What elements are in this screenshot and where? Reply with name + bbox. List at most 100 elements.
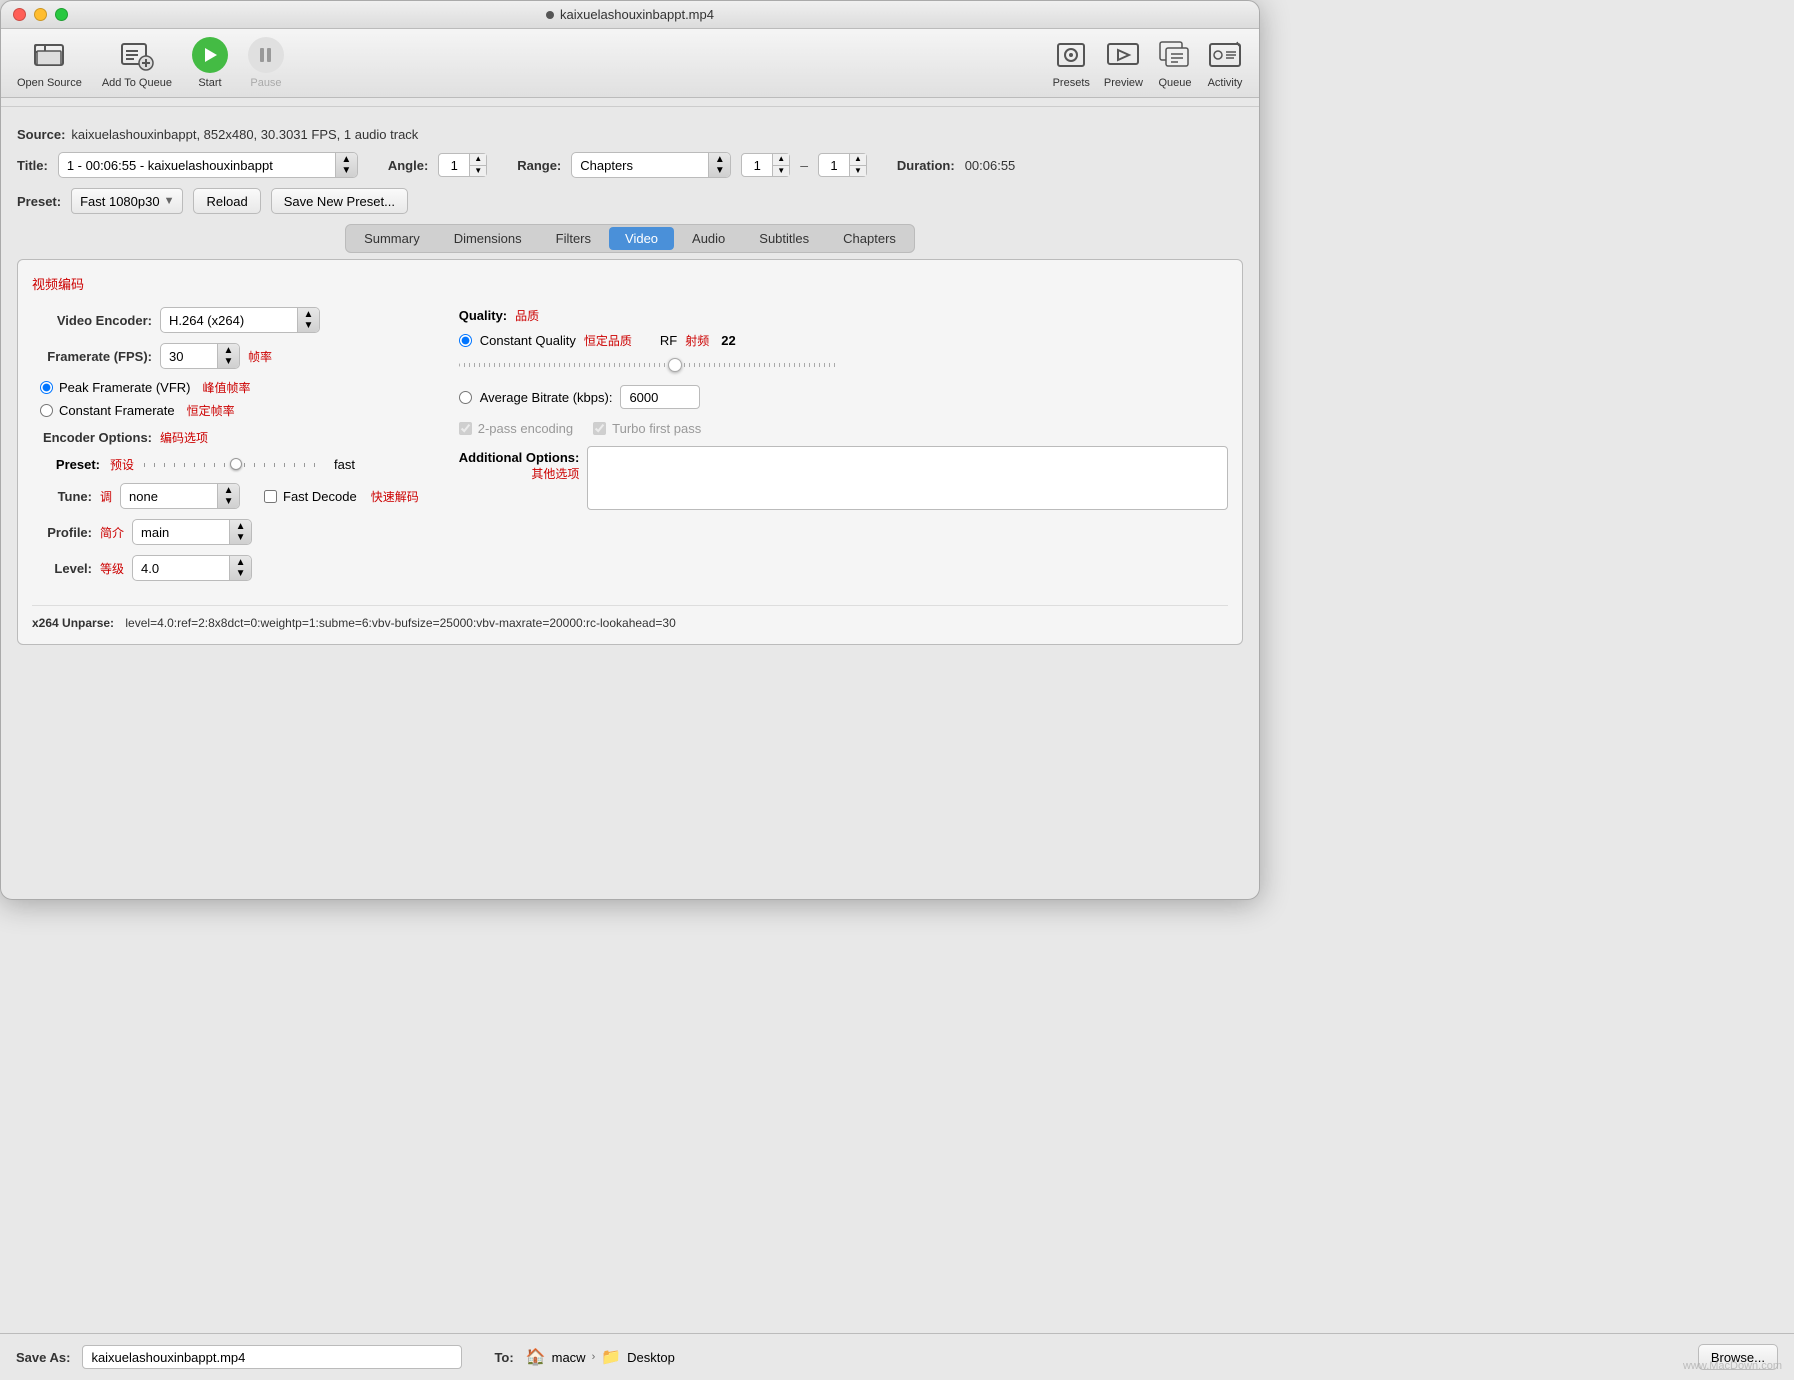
toolbar-separator xyxy=(1,106,1259,107)
avg-bitrate-radio[interactable] xyxy=(459,391,472,404)
activity-icon xyxy=(1207,37,1243,73)
bottom-spacer xyxy=(1,657,1259,737)
range-type-stepper[interactable]: ▲▼ xyxy=(708,153,730,177)
start-button[interactable]: Start xyxy=(192,37,228,89)
range-type-select[interactable]: Chapters ▲▼ xyxy=(571,152,731,178)
encoder-arrow[interactable]: ▲▼ xyxy=(297,308,319,332)
folder-icon: 📁 xyxy=(601,1347,621,1367)
range-end-down[interactable]: ▼ xyxy=(850,166,866,177)
angle-up-button[interactable]: ▲ xyxy=(470,154,486,166)
maximize-button[interactable] xyxy=(55,8,68,21)
tab-chapters[interactable]: Chapters xyxy=(827,227,912,250)
quality-label-row: Quality: 品质 xyxy=(459,307,839,324)
constant-quality-row: Constant Quality 恒定品质 RF 射频 22 xyxy=(459,332,839,349)
fast-decode-checkbox[interactable] xyxy=(264,490,277,503)
range-start-up[interactable]: ▲ xyxy=(773,154,789,166)
play-triangle-icon xyxy=(205,48,217,62)
save-new-preset-button[interactable]: Save New Preset... xyxy=(271,188,408,214)
save-as-input[interactable] xyxy=(82,1345,462,1369)
profile-arrow[interactable]: ▲▼ xyxy=(229,520,251,544)
close-button[interactable] xyxy=(13,8,26,21)
framerate-arrow[interactable]: ▲▼ xyxy=(217,344,239,368)
preset-row: Preset: Fast 1080p30 ▼ Reload Save New P… xyxy=(17,188,1243,214)
presets-icon xyxy=(1053,37,1089,73)
section-header: 视频编码 xyxy=(32,274,1228,293)
start-icon xyxy=(192,37,228,73)
tune-arrow[interactable]: ▲▼ xyxy=(217,484,239,508)
angle-stepper[interactable]: ▲ ▼ xyxy=(438,153,487,177)
range-start-down[interactable]: ▼ xyxy=(773,166,789,177)
encoding-options-row: 2-pass encoding Turbo first pass xyxy=(459,421,839,436)
video-form: Video Encoder: H.264 (x264) ▲▼ Framerate… xyxy=(32,307,1228,591)
reload-button[interactable]: Reload xyxy=(193,188,260,214)
range-end-input[interactable] xyxy=(819,154,849,176)
angle-stepper-buttons[interactable]: ▲ ▼ xyxy=(469,154,486,176)
level-select[interactable]: 4.0 ▲▼ xyxy=(132,555,252,581)
bottom-bar: Save As: To: 🏠 macw › 📁 Desktop Browse..… xyxy=(0,1333,1794,1380)
title-select[interactable]: 1 - 00:06:55 - kaixuelashouxinbappt ▲▼ xyxy=(58,152,358,178)
encoder-select[interactable]: H.264 (x264) ▲▼ xyxy=(160,307,320,333)
video-left-col: Video Encoder: H.264 (x264) ▲▼ Framerate… xyxy=(32,307,419,591)
preview-icon xyxy=(1105,37,1141,73)
tab-audio[interactable]: Audio xyxy=(676,227,741,250)
presets-button[interactable]: Presets xyxy=(1053,37,1090,89)
fast-decode-label: Fast Decode xyxy=(264,489,357,504)
constant-framerate-radio[interactable] xyxy=(40,404,53,417)
profile-row: Profile: 简介 main ▲▼ xyxy=(32,519,419,545)
add-to-queue-button[interactable]: Add To Queue xyxy=(102,37,172,89)
window-title: kaixuelashouxinbappt.mp4 xyxy=(546,7,714,22)
avg-bitrate-input[interactable] xyxy=(620,385,700,409)
open-source-button[interactable]: Open Source xyxy=(17,37,82,89)
range-start-buttons[interactable]: ▲ ▼ xyxy=(772,154,789,176)
toolbar-left: Open Source Add To Queue xyxy=(17,37,284,89)
minimize-button[interactable] xyxy=(34,8,47,21)
range-end-stepper[interactable]: ▲ ▼ xyxy=(818,153,867,177)
add-to-queue-icon xyxy=(119,37,155,73)
range-end-buttons[interactable]: ▲ ▼ xyxy=(849,154,866,176)
tab-filters[interactable]: Filters xyxy=(540,227,607,250)
tab-summary[interactable]: Summary xyxy=(348,227,436,250)
window-controls xyxy=(13,8,68,21)
tab-video[interactable]: Video xyxy=(609,227,674,250)
turbo-first-pass-checkbox[interactable] xyxy=(593,422,606,435)
queue-icon xyxy=(1157,37,1193,73)
range-separator: – xyxy=(800,157,808,173)
source-row: Source: kaixuelashouxinbappt, 852x480, 3… xyxy=(17,127,1243,142)
level-row: Level: 等级 4.0 ▲▼ xyxy=(32,555,419,581)
pause-button[interactable]: Pause xyxy=(248,37,284,89)
framerate-row: Framerate (FPS): 30 ▲▼ 帧率 xyxy=(32,343,419,369)
preview-button[interactable]: Preview xyxy=(1104,37,1143,89)
content-area: Source: kaixuelashouxinbappt, 852x480, 3… xyxy=(1,115,1259,657)
tune-select[interactable]: none ▲▼ xyxy=(120,483,240,509)
angle-input[interactable] xyxy=(439,154,469,176)
range-end-up[interactable]: ▲ xyxy=(850,154,866,166)
tab-subtitles[interactable]: Subtitles xyxy=(743,227,825,250)
preset-slider[interactable] xyxy=(144,458,324,472)
level-arrow[interactable]: ▲▼ xyxy=(229,556,251,580)
rf-slider-wrap xyxy=(459,357,839,373)
preset-dropdown[interactable]: Fast 1080p30 ▼ xyxy=(71,188,183,214)
tabs: Summary Dimensions Filters Video Audio S… xyxy=(345,224,915,253)
range-start-stepper[interactable]: ▲ ▼ xyxy=(741,153,790,177)
range-start-input[interactable] xyxy=(742,154,772,176)
additional-options-input[interactable] xyxy=(587,446,1228,510)
watermark: www.MacDown.com xyxy=(1683,1360,1782,1372)
title-stepper[interactable]: ▲▼ xyxy=(335,153,357,177)
preset-slider-row: Preset: 预设 fast xyxy=(40,456,419,473)
toolbar: Open Source Add To Queue xyxy=(1,29,1259,98)
encoder-row: Video Encoder: H.264 (x264) ▲▼ xyxy=(32,307,419,333)
angle-down-button[interactable]: ▼ xyxy=(470,166,486,177)
preset-arrow-icon: ▼ xyxy=(164,195,175,207)
queue-button[interactable]: Queue xyxy=(1157,37,1193,89)
profile-select[interactable]: main ▲▼ xyxy=(132,519,252,545)
activity-button[interactable]: Activity xyxy=(1207,37,1243,89)
framerate-select[interactable]: 30 ▲▼ xyxy=(160,343,240,369)
tab-dimensions[interactable]: Dimensions xyxy=(438,227,538,250)
constant-quality-radio[interactable] xyxy=(459,334,472,347)
destination-path: 🏠 macw › 📁 Desktop xyxy=(526,1347,675,1367)
home-icon: 🏠 xyxy=(526,1347,546,1367)
peak-framerate-radio[interactable] xyxy=(40,381,53,394)
two-pass-checkbox[interactable] xyxy=(459,422,472,435)
turbo-first-pass-label: Turbo first pass xyxy=(593,421,701,436)
rf-slider[interactable] xyxy=(459,357,839,373)
